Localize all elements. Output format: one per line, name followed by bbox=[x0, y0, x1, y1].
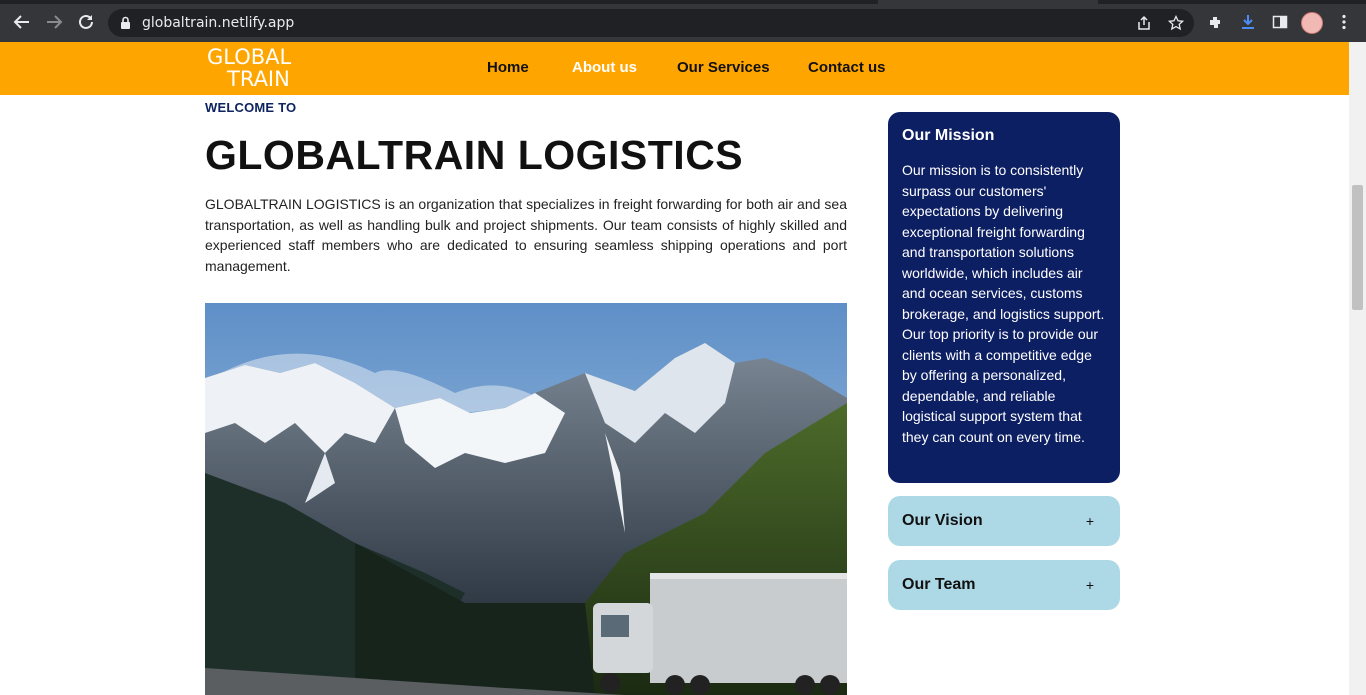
lock-icon[interactable] bbox=[120, 16, 131, 35]
expand-plus-icon[interactable]: + bbox=[1086, 577, 1094, 593]
reload-icon[interactable] bbox=[76, 12, 96, 32]
extensions-icon[interactable] bbox=[1206, 12, 1226, 32]
scrollbar-thumb[interactable] bbox=[1352, 185, 1363, 310]
accordion-title: Our Vision bbox=[902, 512, 983, 529]
hero-photo-mountains-truck bbox=[205, 303, 847, 695]
logo-line-2: TRAIN bbox=[227, 67, 290, 91]
nav-home[interactable]: Home bbox=[487, 59, 529, 76]
tab-strip bbox=[0, 0, 1366, 4]
mission-card: Our Mission Our mission is to consistent… bbox=[888, 112, 1120, 483]
nav-about-us[interactable]: About us bbox=[572, 59, 637, 76]
logo-line-1: GLOBAL bbox=[207, 45, 292, 69]
mission-title: Our Mission bbox=[902, 127, 995, 144]
accordion-our-vision[interactable]: Our Vision + bbox=[888, 496, 1120, 546]
site-logo[interactable]: GLOBAL TRAIN bbox=[207, 46, 297, 90]
page-scrollbar[interactable] bbox=[1349, 42, 1366, 695]
welcome-label: WELCOME TO bbox=[205, 100, 297, 115]
browser-toolbar: globaltrain.netlify.app bbox=[0, 0, 1366, 42]
back-icon[interactable] bbox=[12, 12, 32, 32]
profile-avatar[interactable] bbox=[1301, 12, 1323, 34]
active-tab-edge[interactable] bbox=[878, 0, 1098, 4]
accordion-our-team[interactable]: Our Team + bbox=[888, 560, 1120, 610]
side-panel-icon[interactable] bbox=[1270, 12, 1290, 32]
accordion-title: Our Team bbox=[902, 576, 976, 593]
more-menu-icon[interactable] bbox=[1334, 12, 1354, 32]
intro-paragraph: GLOBALTRAIN LOGISTICS is an organization… bbox=[205, 196, 847, 274]
download-icon[interactable] bbox=[1238, 12, 1258, 32]
expand-plus-icon[interactable]: + bbox=[1086, 513, 1094, 529]
page-title: GLOBALTRAIN LOGISTICS bbox=[205, 132, 744, 178]
share-icon[interactable] bbox=[1135, 14, 1153, 32]
bookmark-star-icon[interactable] bbox=[1167, 14, 1185, 32]
mission-text: Our mission is to consistently surpass o… bbox=[902, 162, 1105, 445]
url-text[interactable]: globaltrain.netlify.app bbox=[142, 15, 294, 31]
nav-contact-us[interactable]: Contact us bbox=[808, 59, 886, 76]
site-header: GLOBAL TRAIN Home About us Our Services … bbox=[0, 42, 1349, 95]
nav-our-services[interactable]: Our Services bbox=[677, 59, 770, 76]
address-bar[interactable]: globaltrain.netlify.app bbox=[108, 9, 1194, 37]
forward-icon[interactable] bbox=[44, 12, 64, 32]
